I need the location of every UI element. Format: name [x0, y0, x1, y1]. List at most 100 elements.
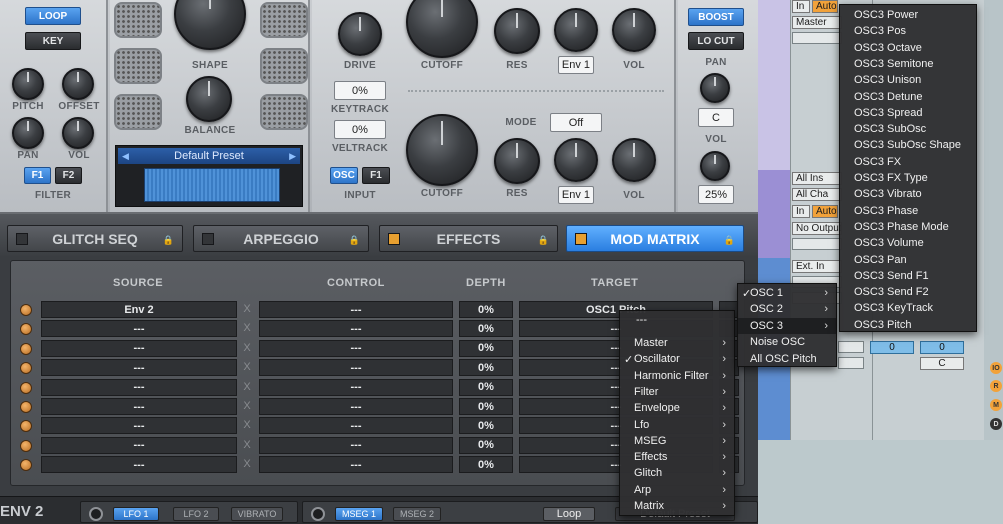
track-pan-value[interactable]: C [920, 357, 964, 370]
menu-item-osc3-pitch[interactable]: OSC3 Pitch [840, 317, 976, 333]
row-enable-indicator[interactable] [20, 439, 32, 452]
veltrack-value[interactable]: 0% [334, 120, 386, 139]
row-enable-indicator[interactable] [20, 459, 32, 472]
filter1-cutoff-knob[interactable] [406, 0, 478, 58]
control-cell[interactable]: --- [259, 301, 453, 318]
depth-cell[interactable]: 0% [459, 301, 513, 318]
source-clear-icon[interactable]: X [240, 381, 254, 393]
tab-toggle-indicator[interactable] [575, 233, 587, 245]
mseg2-button[interactable]: MSEG 2 [393, 507, 441, 521]
input-channel-all[interactable]: All Cha [792, 188, 842, 201]
row-enable-indicator[interactable] [20, 381, 32, 394]
menu-item-lfo[interactable]: Lfo › [620, 417, 734, 433]
menu-item-osc3-power[interactable]: OSC3 Power [840, 7, 976, 23]
source-cell[interactable]: --- [41, 359, 237, 377]
preset-display[interactable]: ◀ Default Preset ▶ [115, 145, 303, 207]
menu-item-filter[interactable]: Filter › [620, 384, 734, 400]
input-f1-button[interactable]: F1 [362, 167, 390, 184]
input-osc-button[interactable]: OSC [330, 167, 358, 184]
shape-knob[interactable] [174, 0, 246, 50]
source-cell[interactable]: Env 2 [41, 301, 237, 318]
filter2-mode-value[interactable]: Off [550, 113, 602, 132]
locut-button[interactable]: LO CUT [688, 32, 744, 50]
pitch-knob[interactable] [12, 68, 44, 100]
menu-item-osc3-spread[interactable]: OSC3 Spread [840, 105, 976, 121]
menu-item-osc3-keytrack[interactable]: OSC3 KeyTrack [840, 300, 976, 316]
menu-item-osc3-send-f2[interactable]: OSC3 Send F2 [840, 284, 976, 300]
menu-item-osc3-unison[interactable]: OSC3 Unison [840, 72, 976, 88]
menu-item-matrix[interactable]: Matrix › [620, 498, 734, 514]
vibrato-button[interactable]: VIBRATO [231, 507, 283, 521]
output-sub[interactable] [792, 32, 842, 44]
filter1-vol-knob[interactable] [612, 8, 656, 52]
menu-item-envelope[interactable]: Envelope › [620, 400, 734, 416]
menu-item-osc3-octave[interactable]: OSC3 Octave [840, 40, 976, 56]
source-clear-icon[interactable]: X [240, 361, 254, 373]
source-clear-icon[interactable]: X [240, 400, 254, 412]
track-value-a[interactable]: 0 [870, 341, 914, 354]
filter2-res-knob[interactable] [494, 138, 540, 184]
depth-cell[interactable]: 0% [459, 359, 513, 377]
menu-item-none[interactable]: --- [620, 312, 734, 328]
control-cell[interactable]: --- [259, 320, 453, 338]
menu-item-osc3-fx[interactable]: OSC3 FX [840, 154, 976, 170]
row-enable-indicator[interactable] [20, 304, 32, 316]
source-cell[interactable]: --- [41, 398, 237, 415]
menu-item-osc3-phase-mode[interactable]: OSC3 Phase Mode [840, 219, 976, 235]
input-mon-auto[interactable]: Auto [812, 0, 838, 13]
menu-item-mseg[interactable]: MSEG › [620, 433, 734, 449]
depth-cell[interactable]: 0% [459, 417, 513, 435]
filter2-cutoff-knob[interactable] [406, 114, 478, 186]
menu-item-arp[interactable]: Arp › [620, 482, 734, 498]
source-clear-icon[interactable]: X [240, 419, 254, 431]
control-cell[interactable]: --- [259, 398, 453, 415]
output-no-output[interactable]: No Output [792, 222, 842, 235]
boost-button[interactable]: BOOST [688, 8, 744, 26]
input-type-all-ins[interactable]: All Ins [792, 172, 842, 185]
filter2-vol-knob[interactable] [612, 138, 656, 182]
output-master[interactable]: Master [792, 16, 842, 29]
row-enable-indicator[interactable] [20, 401, 32, 413]
filter1-res-knob[interactable] [494, 8, 540, 54]
loop-toggle[interactable]: Loop [543, 507, 595, 521]
source-cell[interactable]: --- [41, 378, 237, 396]
menu-item-osc3-fx-type[interactable]: OSC3 FX Type [840, 170, 976, 186]
source-clear-icon[interactable]: X [240, 322, 254, 334]
menu-item-osc3-pos[interactable]: OSC3 Pos [840, 23, 976, 39]
depth-cell[interactable]: 0% [459, 339, 513, 357]
filter2-env-value[interactable]: Env 1 [558, 186, 594, 204]
dropdown-b[interactable] [838, 357, 864, 369]
lfo-power-icon[interactable] [89, 507, 103, 521]
menu-item-osc3-detune[interactable]: OSC3 Detune [840, 89, 976, 105]
row-enable-indicator[interactable] [20, 342, 32, 355]
delay-icon[interactable]: D [990, 418, 1002, 430]
out-pan-knob[interactable] [700, 73, 730, 103]
out-pan-value[interactable]: C [698, 108, 734, 127]
f2-button[interactable]: F2 [55, 167, 82, 184]
preset-next-icon[interactable]: ▶ [289, 151, 296, 162]
filter1-env-knob[interactable] [554, 8, 598, 52]
menu-item-harmonic-filter[interactable]: Harmonic Filter › [620, 368, 734, 384]
menu-item-osc3-vibrato[interactable]: OSC3 Vibrato [840, 186, 976, 202]
pan-knob[interactable] [12, 117, 44, 149]
key-button[interactable]: KEY [25, 32, 81, 50]
control-cell[interactable]: --- [259, 456, 453, 474]
depth-cell[interactable]: 0% [459, 456, 513, 474]
control-cell[interactable]: --- [259, 436, 453, 454]
menu-item-osc3-send-f1[interactable]: OSC3 Send F1 [840, 268, 976, 284]
control-cell[interactable]: --- [259, 417, 453, 435]
source-clear-icon[interactable]: X [240, 439, 254, 451]
lfo1-button[interactable]: LFO 1 [113, 507, 159, 521]
control-cell[interactable]: --- [259, 378, 453, 396]
preset-prev-icon[interactable]: ◀ [122, 151, 129, 162]
menu-item-glitch[interactable]: Glitch › [620, 465, 734, 481]
source-cell[interactable]: --- [41, 436, 237, 454]
menu-item-effects[interactable]: Effects › [620, 449, 734, 465]
tab-glitch-seq[interactable]: GLITCH SEQ 🔒 [7, 225, 183, 252]
mseg1-button[interactable]: MSEG 1 [335, 507, 383, 521]
keytrack-value[interactable]: 0% [334, 81, 386, 100]
track-value-b[interactable]: 0 [920, 341, 964, 354]
tab-effects[interactable]: EFFECTS 🔒 [379, 225, 558, 252]
depth-cell[interactable]: 0% [459, 436, 513, 454]
balance-knob[interactable] [186, 76, 232, 122]
